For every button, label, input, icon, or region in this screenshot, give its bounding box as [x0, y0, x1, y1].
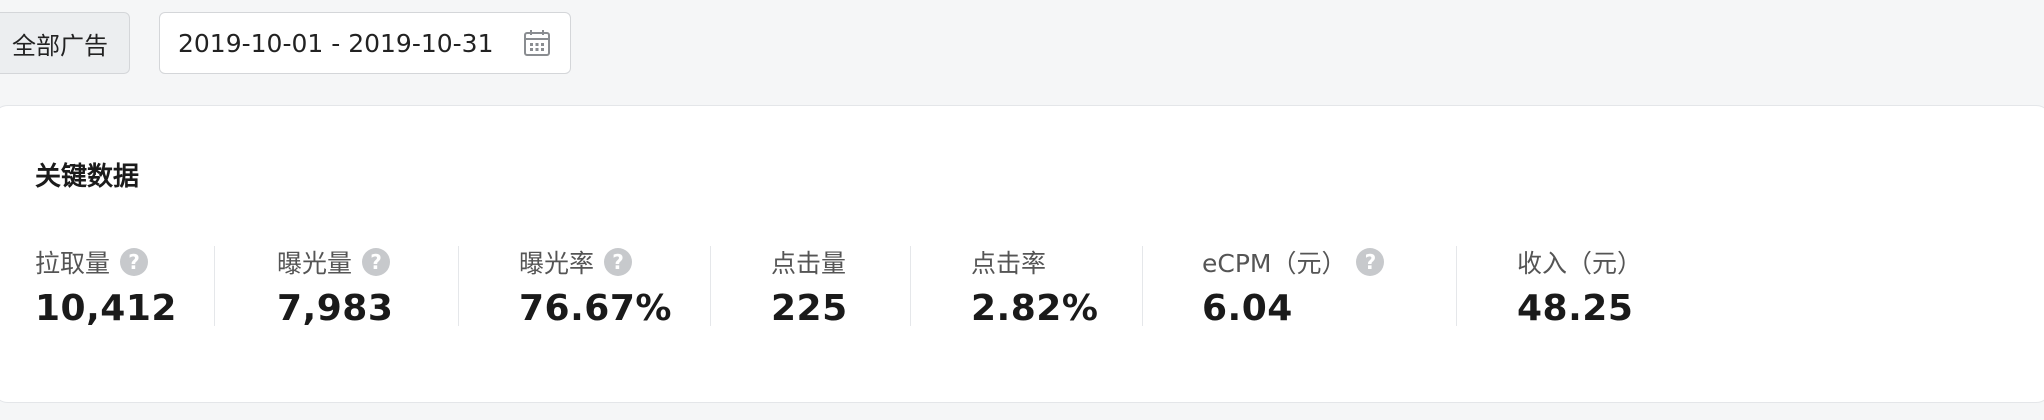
metric-label: 点击量: [771, 249, 847, 278]
metric-label: 曝光量: [277, 249, 353, 278]
question-circle-icon[interactable]: ?: [604, 248, 633, 276]
metric-label: 收入（元）: [1517, 249, 1643, 278]
metric-label: eCPM（元）: [1202, 249, 1347, 278]
metric-value: 225: [771, 288, 848, 329]
key-data-title: 关键数据: [35, 162, 140, 192]
metric-revenue: 收入（元） 48.25: [1517, 244, 1642, 329]
date-range-picker[interactable]: 2019-10-01 - 2019-10-31: [159, 12, 571, 74]
metric-impressions: 曝光量 ? 7,983: [277, 244, 393, 329]
metric-label: 拉取量: [35, 249, 111, 278]
metric-divider: [458, 246, 459, 326]
metric-value: 76.67%: [519, 288, 672, 329]
metric-label: 曝光率: [519, 249, 595, 278]
metric-pull-count: 拉取量 ? 10,412: [35, 244, 177, 329]
metric-divider: [710, 246, 711, 326]
metric-clicks: 点击量 225: [771, 244, 848, 329]
key-data-card: 关键数据 拉取量 ? 10,412 曝光量 ? 7,983 曝光率 ? 76.6…: [0, 105, 2044, 403]
metric-label: 点击率: [971, 249, 1047, 278]
metric-value: 2.82%: [971, 288, 1099, 329]
metric-divider: [910, 246, 911, 326]
metric-ctr: 点击率 2.82%: [971, 244, 1098, 329]
metric-ecpm: eCPM（元） ? 6.04: [1202, 244, 1385, 329]
metric-divider: [1142, 246, 1143, 326]
metric-divider: [1456, 246, 1457, 326]
metric-value: 6.04: [1202, 288, 1293, 329]
question-circle-icon[interactable]: ?: [362, 248, 391, 276]
ad-filter-button[interactable]: 全部广告: [0, 12, 130, 74]
metric-divider: [214, 246, 215, 326]
metric-value: 10,412: [35, 288, 177, 329]
metric-value: 7,983: [277, 288, 394, 329]
ad-filter-label: 全部广告: [12, 31, 108, 60]
question-circle-icon[interactable]: ?: [120, 248, 149, 276]
question-circle-icon[interactable]: ?: [1356, 248, 1385, 276]
calendar-icon[interactable]: [522, 28, 552, 58]
metric-value: 48.25: [1517, 288, 1634, 329]
date-range-value: 2019-10-01 - 2019-10-31: [178, 28, 494, 58]
metric-impression-rate: 曝光率 ? 76.67%: [519, 244, 672, 329]
